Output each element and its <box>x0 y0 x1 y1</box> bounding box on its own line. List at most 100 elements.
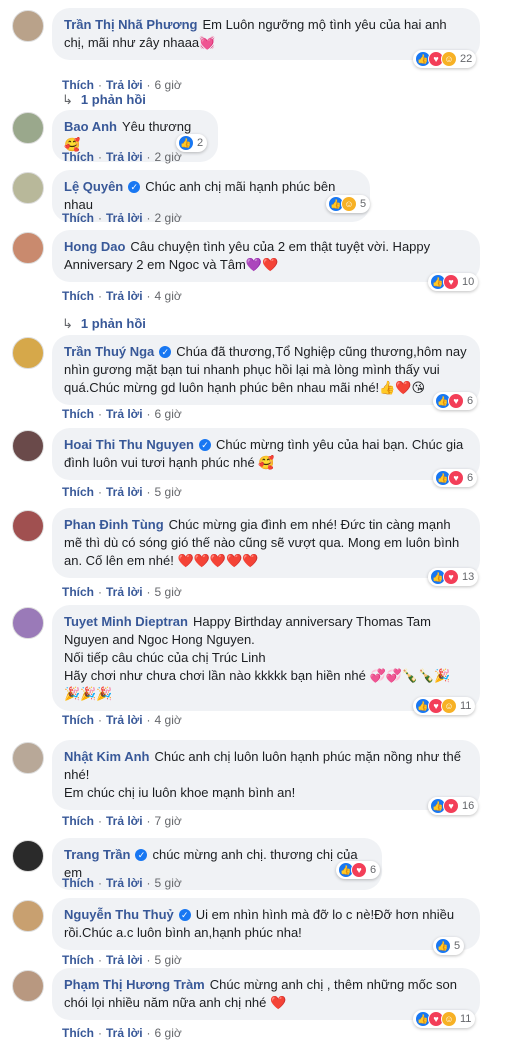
like-button[interactable]: Thích <box>62 289 94 303</box>
reaction-summary[interactable]: 👍 ☺ 5 <box>326 195 371 213</box>
reaction-summary[interactable]: 👍 ♥ 13 <box>428 568 479 586</box>
comment-text: Nối tiếp câu chúc của chị Trúc Linh <box>64 650 266 665</box>
avatar[interactable] <box>12 742 44 774</box>
separator-dot: · <box>146 713 151 727</box>
avatar[interactable] <box>12 510 44 542</box>
avatar[interactable] <box>12 232 44 264</box>
comment-text: Em chúc chị iu luôn khoe mạnh bình an! <box>64 785 296 800</box>
comment-timestamp[interactable]: 5 giờ <box>155 585 182 599</box>
avatar[interactable] <box>12 172 44 204</box>
view-replies-link[interactable]: ↳ 1 phản hồi <box>62 92 146 108</box>
separator-dot: · <box>146 953 151 967</box>
reply-button[interactable]: Trả lời <box>106 876 143 890</box>
comment-timestamp[interactable]: 6 giờ <box>155 1026 182 1040</box>
separator-dot: · <box>98 953 102 967</box>
separator-dot: · <box>98 1026 102 1040</box>
reaction-summary[interactable]: 👍 ♥ 16 <box>428 797 479 815</box>
reaction-summary[interactable]: 👍 ♥ 10 <box>428 273 479 291</box>
comment-timestamp[interactable]: 4 giờ <box>155 289 182 303</box>
love-reaction-icon: ♥ <box>443 274 459 290</box>
comment-timestamp[interactable]: 7 giờ <box>155 814 182 828</box>
like-button[interactable]: Thích <box>62 150 94 164</box>
view-replies-link[interactable]: ↳ 1 phản hồi <box>62 316 146 332</box>
comment-timestamp[interactable]: 6 giờ <box>155 407 182 421</box>
reply-button[interactable]: Trả lời <box>106 150 143 164</box>
reaction-summary[interactable]: 👍 5 <box>433 937 465 955</box>
commenter-name[interactable]: Nhật Kim Anh <box>64 749 149 764</box>
comment-bubble: Hoai Thi Thu Nguyen ✓ Chúc mừng tình yêu c… <box>52 428 480 480</box>
commenter-name[interactable]: Trần Thị Nhã Phương <box>64 17 198 32</box>
verified-badge-icon: ✓ <box>128 181 141 193</box>
like-button[interactable]: Thích <box>62 713 94 727</box>
separator-dot: · <box>146 1026 151 1040</box>
commenter-name[interactable]: Nguyễn Thu Thuỷ <box>64 907 174 922</box>
comment-actions: Thích · Trả lời · 5 giờ <box>62 585 182 599</box>
avatar[interactable] <box>12 607 44 639</box>
avatar[interactable] <box>12 337 44 369</box>
like-button[interactable]: Thích <box>62 485 94 499</box>
reaction-count: 13 <box>462 571 475 583</box>
comment-bubble: Hong Dao Câu chuyện tình yêu của 2 em thậ… <box>52 230 480 282</box>
reaction-count: 5 <box>360 198 367 210</box>
commenter-name[interactable]: Hong Dao <box>64 239 125 254</box>
comment-timestamp[interactable]: 2 giờ <box>155 211 182 225</box>
avatar[interactable] <box>12 970 44 1002</box>
reply-button[interactable]: Trả lời <box>106 585 143 599</box>
care-reaction-icon: ☺ <box>441 51 457 67</box>
commenter-name[interactable]: Bao Anh <box>64 119 117 134</box>
comment-timestamp[interactable]: 2 giờ <box>155 150 182 164</box>
reaction-summary[interactable]: 👍 2 <box>176 134 208 152</box>
avatar[interactable] <box>12 840 44 872</box>
reaction-summary[interactable]: 👍 ♥ ☺ 22 <box>413 50 477 68</box>
comment-bubble: Trần Thuý Nga ✓ Chúa đã thương,Tổ Nghiệp c… <box>52 335 480 405</box>
commenter-name[interactable]: Hoai Thi Thu Nguyen <box>64 437 194 452</box>
avatar[interactable] <box>12 430 44 462</box>
comment-timestamp[interactable]: 5 giờ <box>155 953 182 967</box>
reply-button[interactable]: Trả lời <box>106 407 143 421</box>
commenter-name[interactable]: Trần Thuý Nga <box>64 344 154 359</box>
like-reaction-icon: 👍 <box>178 135 194 151</box>
comment-actions: Thích · Trả lời · 5 giờ <box>62 953 182 967</box>
reaction-summary[interactable]: 👍 ♥ 6 <box>433 469 478 487</box>
commenter-name[interactable]: Tuyet Minh Dieptran <box>64 614 188 629</box>
like-button[interactable]: Thích <box>62 211 94 225</box>
commenter-name[interactable]: Phạm Thị Hương Tràm <box>64 977 205 992</box>
commenter-name[interactable]: Trang Trần <box>64 847 130 862</box>
like-button[interactable]: Thích <box>62 876 94 890</box>
separator-dot: · <box>146 585 151 599</box>
commenter-name[interactable]: Lệ Quyên <box>64 179 123 194</box>
separator-dot: · <box>98 485 102 499</box>
comment-timestamp[interactable]: 5 giờ <box>155 485 182 499</box>
reply-button[interactable]: Trả lời <box>106 1026 143 1040</box>
reaction-count: 5 <box>454 940 461 952</box>
reply-button[interactable]: Trả lời <box>106 953 143 967</box>
like-button[interactable]: Thích <box>62 78 94 92</box>
like-button[interactable]: Thích <box>62 953 94 967</box>
avatar[interactable] <box>12 900 44 932</box>
avatar[interactable] <box>12 112 44 144</box>
reply-button[interactable]: Trả lời <box>106 211 143 225</box>
comment-actions: Thích · Trả lời · 6 giờ <box>62 1026 182 1040</box>
separator-dot: · <box>98 585 102 599</box>
reply-button[interactable]: Trả lời <box>106 78 143 92</box>
reply-button[interactable]: Trả lời <box>106 713 143 727</box>
like-button[interactable]: Thích <box>62 407 94 421</box>
comment-actions: Thích · Trả lời · 2 giờ <box>62 150 182 164</box>
comment-timestamp[interactable]: 4 giờ <box>155 713 182 727</box>
comment-text: 🎉🎉🎉 <box>64 686 113 701</box>
comment-timestamp[interactable]: 6 giờ <box>155 78 182 92</box>
reaction-summary[interactable]: 👍 ♥ 6 <box>336 861 381 879</box>
reply-button[interactable]: Trả lời <box>106 814 143 828</box>
reaction-summary[interactable]: 👍 ♥ 6 <box>433 392 478 410</box>
reply-button[interactable]: Trả lời <box>106 485 143 499</box>
separator-dot: · <box>146 876 151 890</box>
reaction-summary[interactable]: 👍 ♥ ☺ 11 <box>413 697 476 715</box>
comment-timestamp[interactable]: 5 giờ <box>155 876 182 890</box>
like-button[interactable]: Thích <box>62 1026 94 1040</box>
reply-button[interactable]: Trả lời <box>106 289 143 303</box>
commenter-name[interactable]: Phan Đinh Tùng <box>64 517 164 532</box>
like-button[interactable]: Thích <box>62 585 94 599</box>
avatar[interactable] <box>12 10 44 42</box>
like-button[interactable]: Thích <box>62 814 94 828</box>
reaction-summary[interactable]: 👍 ♥ ☺ 11 <box>413 1010 476 1028</box>
